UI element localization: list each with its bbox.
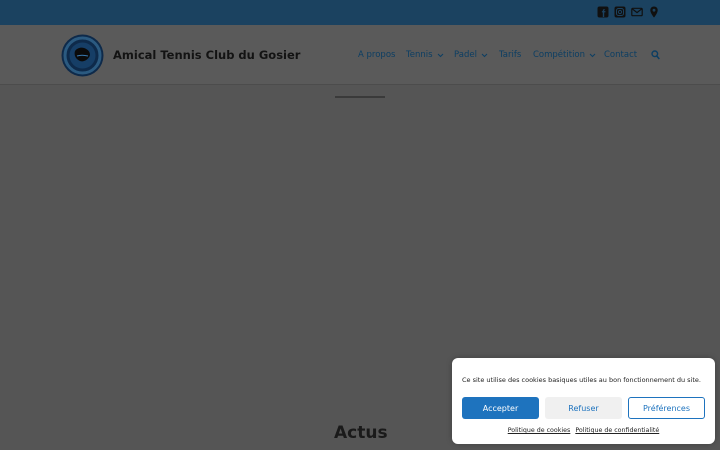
nav-item-a-propos[interactable]: A propos bbox=[358, 50, 395, 60]
privacy-policy-link[interactable]: Politique de confidentialité bbox=[575, 427, 659, 434]
main-nav: A propos Tennis Padel Tarifs Compétition… bbox=[0, 50, 720, 62]
chevron-down-icon bbox=[589, 53, 596, 57]
nav-item-label: Tennis bbox=[406, 50, 433, 60]
nav-item-contact[interactable]: Contact bbox=[604, 50, 637, 60]
social-links bbox=[597, 6, 660, 18]
nav-item-tarifs[interactable]: Tarifs bbox=[499, 50, 521, 60]
nav-item-tennis[interactable]: Tennis bbox=[406, 50, 444, 60]
cookie-banner: Ce site utilise des cookies basiques uti… bbox=[452, 358, 715, 444]
nav-item-label: A propos bbox=[358, 50, 396, 60]
nav-item-label: Compétition bbox=[533, 50, 586, 60]
preferences-button[interactable]: Préférences bbox=[628, 397, 705, 419]
map-pin-icon[interactable] bbox=[648, 6, 660, 18]
nav-item-label: Contact bbox=[604, 50, 638, 60]
chevron-down-icon bbox=[437, 53, 443, 57]
nav-item-competition[interactable]: Compétition bbox=[533, 50, 596, 60]
accept-cookies-button[interactable]: Accepter bbox=[462, 397, 539, 419]
nav-item-padel[interactable]: Padel bbox=[454, 50, 488, 60]
top-bar bbox=[0, 0, 720, 25]
cookie-message: Ce site utilise des cookies basiques uti… bbox=[462, 376, 701, 384]
section-title-actus: Actus bbox=[334, 423, 388, 443]
cookie-policy-link[interactable]: Politique de cookies bbox=[508, 427, 571, 434]
instagram-icon[interactable] bbox=[614, 6, 626, 18]
facebook-icon[interactable] bbox=[597, 6, 609, 18]
nav-item-label: Padel bbox=[454, 50, 477, 60]
refuse-cookies-button[interactable]: Refuser bbox=[545, 397, 622, 419]
site-header: Amical Tennis Club du Gosier A propos Te… bbox=[0, 25, 720, 85]
nav-item-label: Tarifs bbox=[499, 50, 522, 60]
mail-icon[interactable] bbox=[631, 6, 643, 18]
cookie-policy-links: Politique de cookies Politique de confid… bbox=[452, 427, 715, 434]
search-icon[interactable] bbox=[651, 50, 660, 60]
chevron-down-icon bbox=[481, 53, 488, 57]
section-divider bbox=[335, 96, 385, 98]
